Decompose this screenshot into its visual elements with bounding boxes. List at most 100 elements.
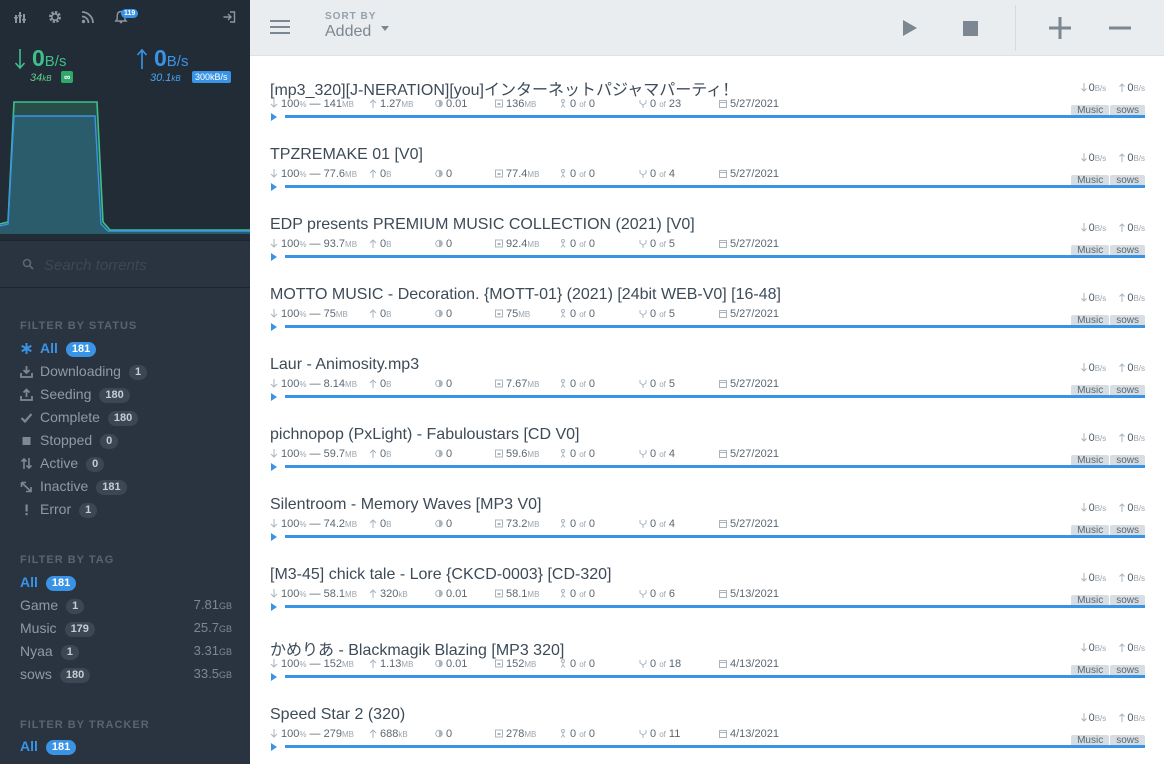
upload-arrow-icon [1119,83,1126,92]
torrent-details: 100% — 279MB 688kB 0 278MB 0 of 0 0 of 1… [270,728,1070,742]
play-icon [271,323,277,331]
upload-limit-badge[interactable]: 300kB/s [192,71,231,83]
torrent-peers: 0 of 0 [559,588,595,600]
torrent-ratio: 0.01 [435,98,467,110]
calendar-icon [719,730,727,738]
feed-icon[interactable] [81,10,97,26]
stop-icon [22,437,31,445]
ratio-icon [435,309,443,318]
torrent-size: 100% — 75MB [270,308,348,320]
torrent-uploaded: 0B [369,448,391,460]
torrent-row[interactable]: かめりあ - Blackmagik Blazing [MP3 320] 100%… [270,630,1145,700]
torrent-row[interactable]: Speed Star 2 (320) 100% — 279MB 688kB 0 … [270,700,1145,764]
status-filter-downloading[interactable]: Downloading 1 [20,362,232,382]
play-icon [271,393,277,401]
torrent-row[interactable]: [mp3_320][J-NERATION][you]インターネットパジャマパーテ… [270,70,1145,140]
download-arrow-icon [1080,153,1087,162]
torrent-row[interactable]: [M3-45] chick tale - Lore {CKCD-0003} [C… [270,560,1145,630]
stop-icon[interactable] [956,14,984,42]
torrent-seeds: 0 of 5 [639,308,675,320]
torrent-ratio: 0 [435,238,452,250]
tracker-filter-count: 181 [45,740,77,755]
peers-icon [560,729,566,738]
menu-icon[interactable] [270,18,290,36]
status-filter-inactive[interactable]: Inactive 181 [20,477,232,497]
status-filter-stopped[interactable]: Stopped 0 [20,431,232,451]
status-filter-active[interactable]: Active 0 [20,454,232,474]
status-filter-label: Error [40,501,72,517]
progress-bar [285,255,1145,258]
torrent-row[interactable]: EDP presents PREMIUM MUSIC COLLECTION (2… [270,210,1145,280]
torrent-seeds: 0 of 5 [639,378,675,390]
download-arrow-icon [1080,643,1087,652]
torrent-row[interactable]: Laur - Animosity.mp3 100% — 8.14MB 0B 0 … [270,350,1145,420]
torrent-name: TPZREMAKE 01 [V0] [270,146,423,163]
status-filter-label: Inactive [40,478,89,494]
torrent-date: 5/27/2021 [719,168,779,180]
play-icon [271,253,277,261]
progress-bar [285,185,1145,188]
status-filter-all[interactable]: All 181 [20,339,232,359]
torrent-row[interactable]: TPZREMAKE 01 [V0] 100% — 77.6MB 0B 0 77.… [270,140,1145,210]
torrent-rates: 0B/s 0B/s [1080,642,1145,654]
download-icon [20,366,33,378]
peers-icon [560,589,566,598]
torrent-ratio: 0 [435,378,452,390]
status-filter-complete[interactable]: Complete 180 [20,408,232,428]
download-arrow-icon [1080,503,1087,512]
settings-icon[interactable] [48,10,64,26]
torrent-upload-rate: 0B/s [1119,642,1145,654]
torrent-download-rate: 0B/s [1080,502,1106,514]
ratio-icon [435,659,443,668]
status-filter-seeding[interactable]: Seeding 180 [20,385,232,405]
status-filter-label: Downloading [40,363,121,379]
torrent-row[interactable]: pichnopop (PxLight) - Fabuloustars [CD V… [270,420,1145,490]
torrent-downloaded: 75MB [495,308,530,320]
torrent-upload-rate: 0B/s [1119,152,1145,164]
torrent-uploaded: 688kB [369,728,408,740]
tag-filter-heading: FILTER BY TAG [20,554,115,566]
status-filter-label: Seeding [40,386,92,402]
torrent-rates: 0B/s 0B/s [1080,362,1145,374]
download-arrow-icon [1080,83,1087,92]
tag-filter-sows[interactable]: sows 180 33.5GB [20,665,232,685]
torrent-ratio: 0.01 [435,658,467,670]
peers-icon [560,519,566,528]
seeds-icon [639,100,647,108]
progress-fill [285,535,1145,538]
torrent-date: 5/27/2021 [719,518,779,530]
upload-arrow-icon [136,48,148,69]
sort-dropdown[interactable]: Added [325,23,371,41]
calendar-icon [719,450,727,458]
torrent-row[interactable]: MOTTO MUSIC - Decoration. {MOTT-01} (202… [270,280,1145,350]
tag-filter-label: Music [20,620,57,636]
torrent-ratio: 0 [435,308,452,320]
start-icon[interactable] [895,14,923,42]
download-limit-badge[interactable]: ∞ [61,71,74,83]
play-icon [271,533,277,541]
calendar-icon [719,380,727,388]
torrent-ratio: 0 [435,518,452,530]
progress-bar [285,465,1145,468]
upload-arrow-icon [369,99,377,108]
tag-filter-nyaa[interactable]: Nyaa 1 3.31GB [20,642,232,662]
tag-filter-all[interactable]: All 181 [20,573,232,593]
torrent-date: 4/13/2021 [719,658,779,670]
status-filter-error[interactable]: Error 1 [20,500,232,520]
torrent-ratio: 0 [435,168,452,180]
tag-filter-game[interactable]: Game 1 7.81GB [20,596,232,616]
chevron-down-icon[interactable] [381,26,389,31]
stats-icon[interactable] [14,10,30,26]
torrent-row[interactable]: Silentroom - Memory Waves [MP3 V0] 100% … [270,490,1145,560]
tag-filter-size: 3.31GB [193,643,232,658]
remove-icon[interactable] [1106,14,1134,42]
tracker-filter-all[interactable]: All 181 [20,737,232,757]
search-input[interactable] [44,253,234,277]
upload-icon [20,388,33,401]
tag-filter-count: 1 [66,599,85,614]
tag-filter-music[interactable]: Music 179 25.7GB [20,619,232,639]
torrent-seeds: 0 of 11 [639,728,680,740]
add-icon[interactable] [1046,14,1074,42]
logout-icon[interactable] [222,10,238,26]
ratio-icon [435,519,443,528]
